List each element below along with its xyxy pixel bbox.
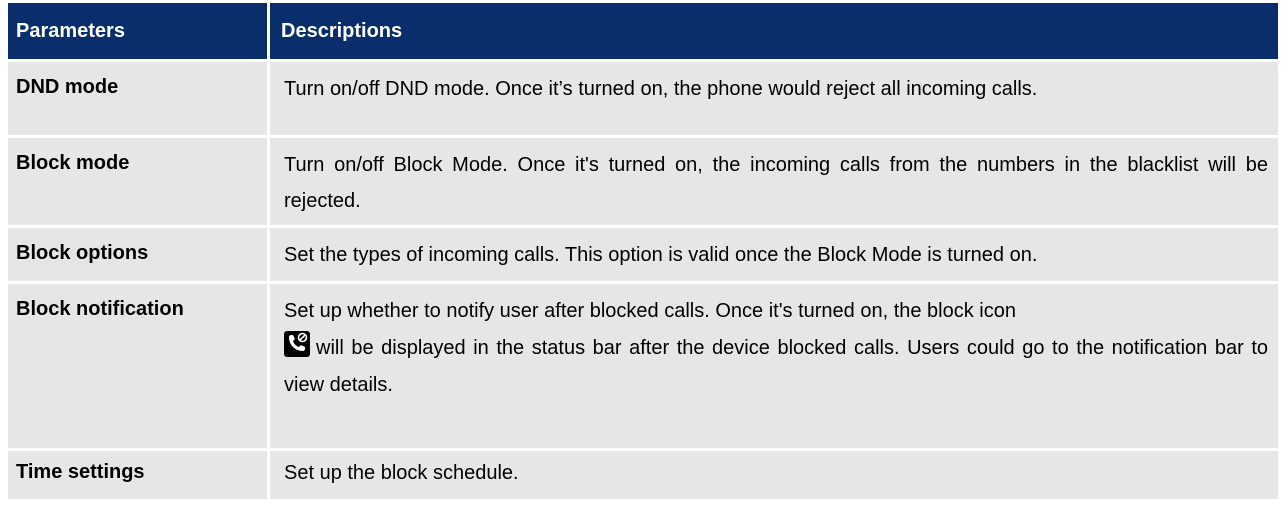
parameters-table: Parameters Descriptions DND mode Turn on…: [8, 3, 1278, 502]
description-part-2: will be displayed in the status bar afte…: [284, 337, 1268, 396]
header-descriptions: Descriptions: [281, 20, 403, 42]
table-row: Time settings Set up the block schedule.: [8, 451, 1278, 502]
description-part-1: Set up whether to notify user after bloc…: [284, 300, 1016, 322]
param-name: Time settings: [8, 451, 270, 499]
param-description: Set up the block schedule.: [284, 462, 519, 484]
param-name: Block options: [8, 228, 270, 281]
param-name: DND mode: [8, 62, 270, 135]
param-name: Block mode: [8, 138, 270, 225]
table-header-row: Parameters Descriptions: [8, 3, 1278, 62]
param-description: Turn on/off DND mode. Once it’s turned o…: [284, 78, 1038, 100]
table-row: DND mode Turn on/off DND mode. Once it’s…: [8, 62, 1278, 138]
table-row: Block mode Turn on/off Block Mode. Once …: [8, 138, 1278, 228]
table-row: Block notification Set up whether to not…: [8, 284, 1278, 451]
param-description: Set the types of incoming calls. This op…: [284, 244, 1038, 266]
param-description: Turn on/off Block Mode. Once it's turned…: [284, 154, 1268, 212]
param-description: Set up whether to notify user after bloc…: [270, 284, 1278, 448]
header-parameters: Parameters: [8, 3, 270, 59]
table-row: Block options Set the types of incoming …: [8, 228, 1278, 284]
blocked-call-icon: [284, 331, 310, 357]
param-name: Block notification: [8, 284, 270, 448]
